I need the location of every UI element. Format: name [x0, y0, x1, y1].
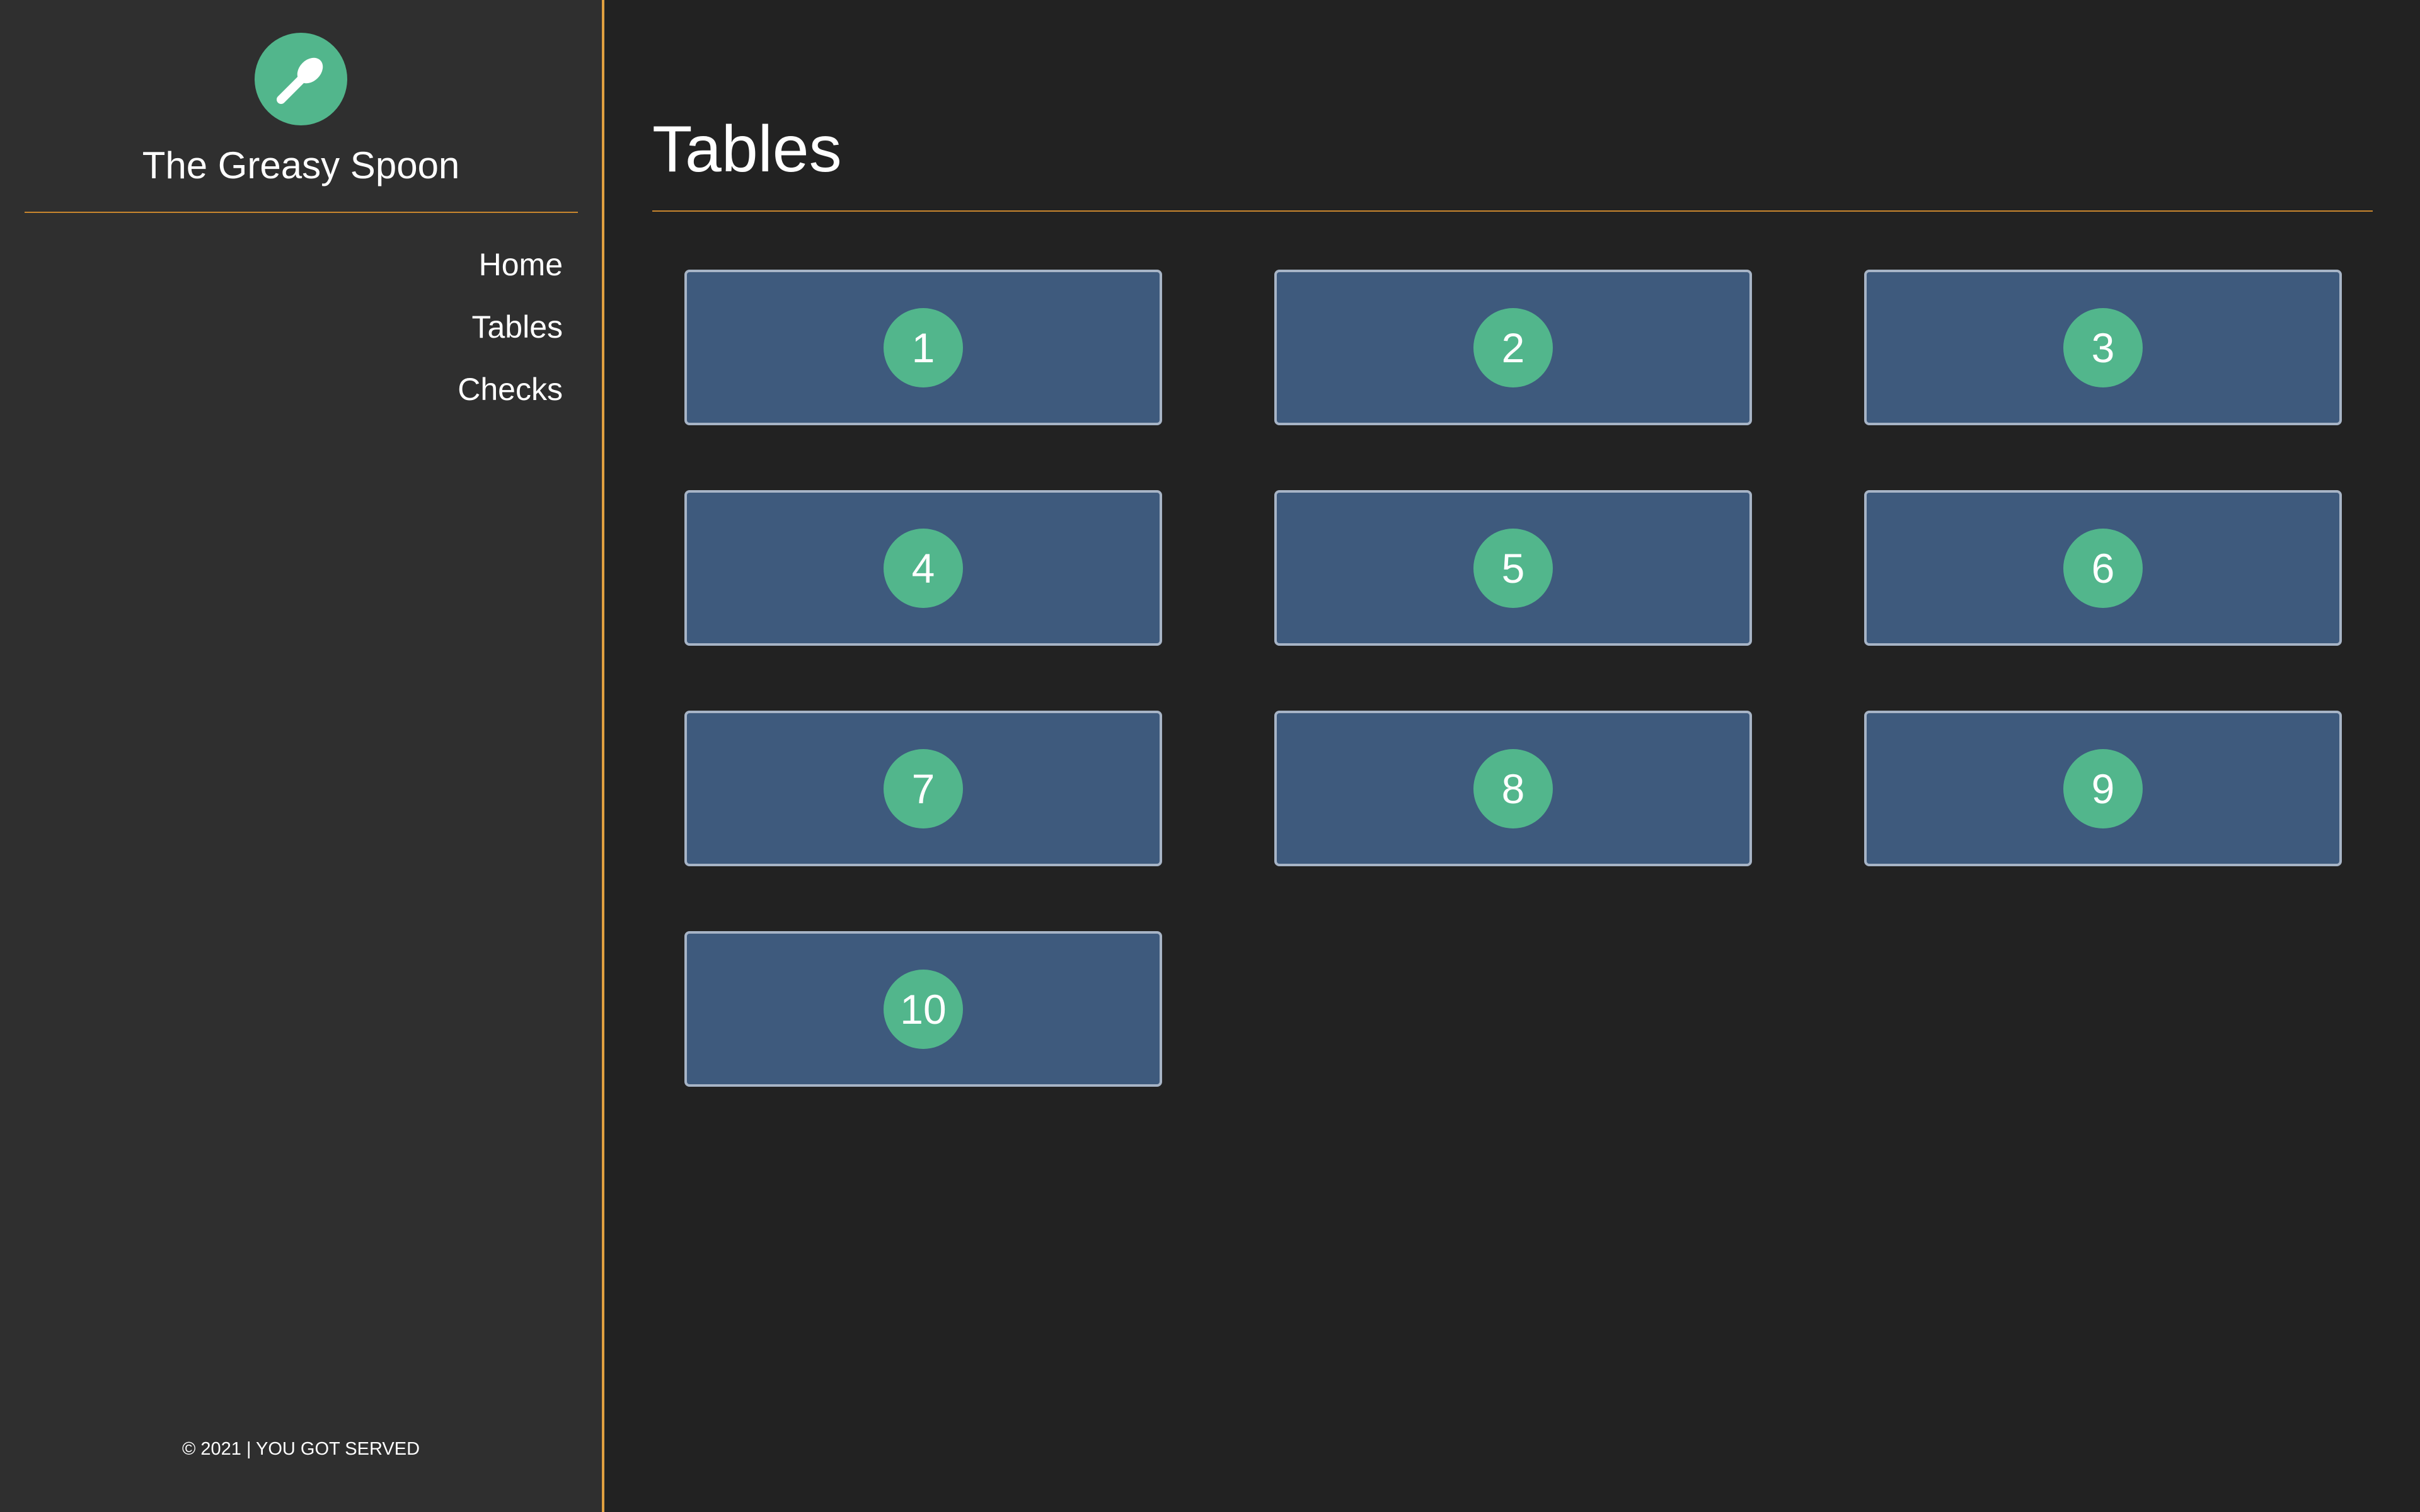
brand-name: The Greasy Spoon	[142, 144, 460, 186]
sidebar: The Greasy Spoon Home Tables Checks © 20…	[0, 0, 604, 1512]
table-number-badge: 3	[2063, 307, 2143, 387]
table-card[interactable]: 5	[1274, 490, 1752, 646]
sidebar-nav: Home Tables Checks	[458, 246, 563, 433]
table-number-badge: 2	[1473, 307, 1553, 387]
table-card[interactable]: 2	[1274, 270, 1752, 425]
table-number-badge: 4	[884, 528, 963, 608]
table-card[interactable]: 1	[684, 270, 1162, 425]
table-card[interactable]: 10	[684, 931, 1162, 1087]
table-number-badge: 9	[2063, 748, 2143, 828]
nav-item-checks[interactable]: Checks	[458, 370, 563, 408]
table-card[interactable]: 9	[1864, 711, 2342, 866]
table-number-badge: 7	[884, 748, 963, 828]
table-card[interactable]: 6	[1864, 490, 2342, 646]
table-number-badge: 5	[1473, 528, 1553, 608]
table-number-badge: 10	[884, 969, 963, 1049]
nav-item-home[interactable]: Home	[458, 246, 563, 284]
table-card[interactable]: 4	[684, 490, 1162, 646]
footer-copyright: © 2021 | YOU GOT SERVED	[182, 1439, 420, 1459]
spoon-icon	[277, 57, 323, 104]
table-card[interactable]: 7	[684, 711, 1162, 866]
logo[interactable]	[255, 33, 347, 125]
table-number-badge: 8	[1473, 748, 1553, 828]
table-number-badge: 1	[884, 307, 963, 387]
table-card[interactable]: 3	[1864, 270, 2342, 425]
table-number-badge: 6	[2063, 528, 2143, 608]
title-divider	[652, 210, 2373, 212]
nav-item-tables[interactable]: Tables	[458, 308, 563, 346]
tables-grid: 1 2 3 4 5 6 7 8 9 10	[684, 270, 2343, 1087]
sidebar-divider	[25, 212, 578, 213]
table-card[interactable]: 8	[1274, 711, 1752, 866]
app: The Greasy Spoon Home Tables Checks © 20…	[0, 0, 2420, 1512]
page-title: Tables	[652, 113, 842, 186]
